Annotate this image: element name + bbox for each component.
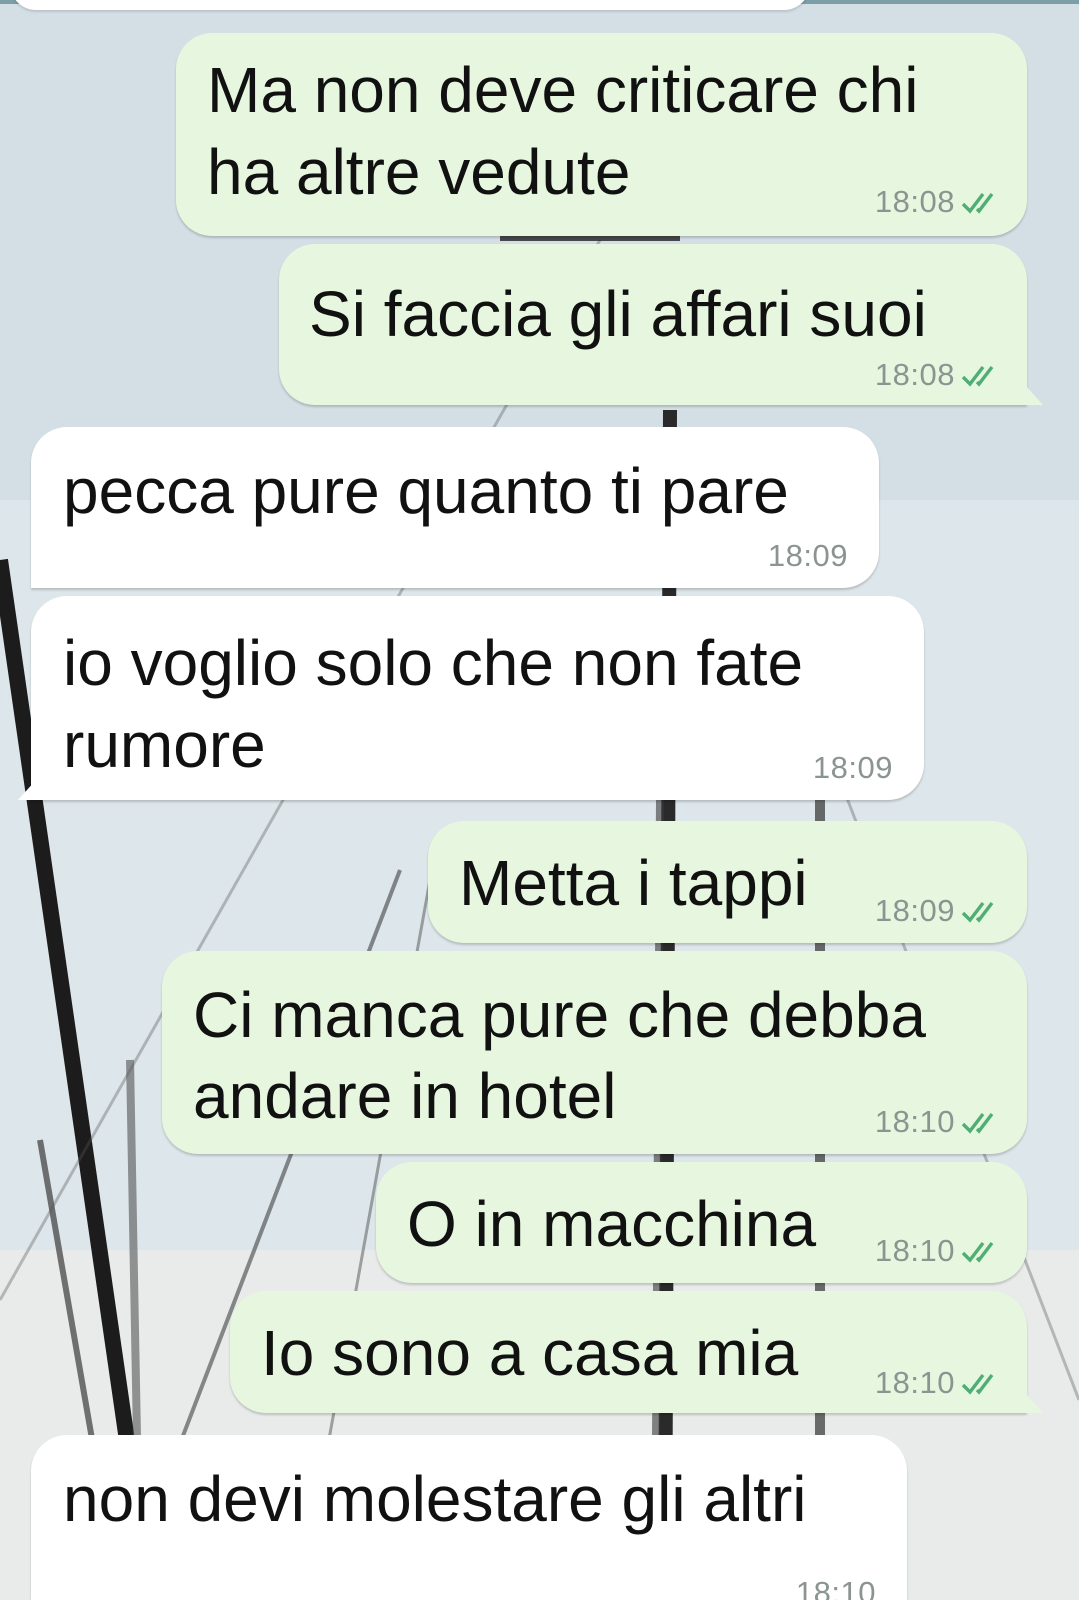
message-text-line: non devi molestare gli altri: [63, 1463, 807, 1535]
message-time: 18:08: [874, 184, 955, 219]
message-meta: 18:10: [875, 1233, 1007, 1269]
message-bubble-outgoing[interactable]: Io sono a casa mia 18:10: [230, 1291, 1027, 1413]
bubble-tail: [18, 780, 36, 800]
message-time: 18:10: [874, 1233, 955, 1268]
message-text-line: io voglio solo che non fate: [63, 627, 804, 699]
message-text-line: rumore: [63, 709, 266, 781]
bubble-tail: [1025, 1393, 1043, 1413]
message-bubble-incoming[interactable]: non devi molestare gli altri 18:10: [31, 1435, 907, 1600]
message-meta: 18:08: [875, 357, 1007, 393]
message-bubble-outgoing[interactable]: Metta i tappi 18:09: [428, 821, 1027, 943]
double-check-icon: [961, 192, 994, 214]
message-text-line: andare in hotel: [193, 1060, 617, 1132]
message-time: 18:10: [874, 1104, 955, 1139]
message-time: 18:10: [795, 1575, 876, 1600]
message-text-line: Io sono a casa mia: [261, 1317, 799, 1389]
double-check-icon: [961, 1241, 994, 1263]
message-text-line: O in macchina: [407, 1188, 817, 1260]
message-time: 18:08: [874, 357, 955, 392]
message-bubble-outgoing[interactable]: Ma non deve criticare chi ha altre vedut…: [176, 33, 1027, 236]
message-text-line: ha altre vedute: [207, 136, 631, 208]
message-time: 18:09: [767, 538, 848, 573]
message-time: 18:10: [874, 1365, 955, 1400]
message-bubble-incoming[interactable]: pecca pure quanto ti pare 18:09: [31, 427, 879, 588]
double-check-icon: [961, 1112, 994, 1134]
message-text-line: Ci manca pure che debba: [193, 979, 926, 1051]
message-meta: 18:08: [875, 184, 1007, 220]
message-text-line: Si faccia gli affari suoi: [309, 278, 927, 350]
message-text-line: Ma non deve criticare chi: [207, 54, 919, 126]
message-meta: 18:09: [768, 538, 848, 574]
message-meta: 18:10: [875, 1104, 1007, 1140]
double-check-icon: [961, 365, 994, 387]
message-text-line: Metta i tappi: [459, 847, 808, 919]
previous-message-bubble: [10, 0, 810, 10]
message-meta: 18:09: [813, 750, 893, 786]
message-time: 18:09: [874, 893, 955, 928]
message-bubble-outgoing[interactable]: Si faccia gli affari suoi 18:08: [279, 244, 1027, 405]
double-check-icon: [961, 1373, 994, 1395]
message-bubble-outgoing[interactable]: O in macchina 18:10: [376, 1162, 1027, 1283]
chat-message-list[interactable]: Ma non deve criticare chi ha altre vedut…: [0, 0, 1079, 1600]
message-bubble-outgoing[interactable]: Ci manca pure che debba andare in hotel …: [162, 951, 1027, 1154]
message-meta: 18:10: [796, 1575, 876, 1600]
message-meta: 18:10: [875, 1365, 1007, 1401]
message-meta: 18:09: [875, 893, 1007, 929]
message-time: 18:09: [812, 750, 893, 785]
bubble-tail: [1025, 385, 1043, 405]
double-check-icon: [961, 901, 994, 923]
message-bubble-incoming[interactable]: io voglio solo che non fate rumore 18:09: [31, 596, 924, 800]
message-text-line: pecca pure quanto ti pare: [63, 455, 789, 527]
